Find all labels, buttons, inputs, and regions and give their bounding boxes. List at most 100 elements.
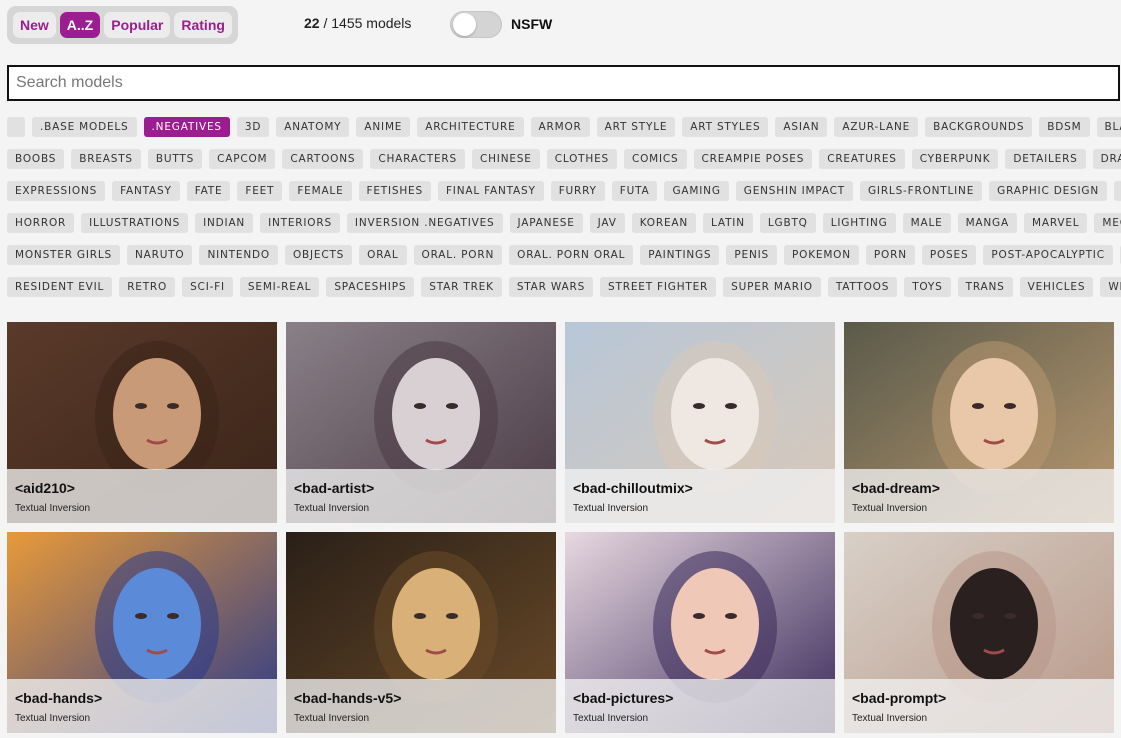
model-card[interactable]: <aid210> Textual Inversion bbox=[7, 322, 277, 523]
sort-button-popular[interactable]: Popular bbox=[104, 12, 171, 38]
tag-characters[interactable]: CHARACTERS bbox=[370, 149, 465, 169]
model-card[interactable]: <bad-pictures> Textual Inversion bbox=[565, 532, 835, 733]
tag-azur-lane[interactable]: AZUR-LANE bbox=[834, 117, 919, 137]
tag-illustrations[interactable]: ILLUSTRATIONS bbox=[81, 213, 189, 233]
tag-creatures[interactable]: CREATURES bbox=[819, 149, 905, 169]
tag-penis[interactable]: PENIS bbox=[726, 245, 777, 265]
tag-horror[interactable]: HORROR bbox=[7, 213, 75, 233]
tag-cartoons[interactable]: CARTOONS bbox=[282, 149, 364, 169]
model-card[interactable]: <bad-hands-v5> Textual Inversion bbox=[286, 532, 556, 733]
tag-objects[interactable]: OBJECTS bbox=[284, 245, 353, 265]
tag-negatives[interactable]: .NEGATIVES bbox=[143, 117, 230, 137]
tag-expressions[interactable]: EXPRESSIONS bbox=[7, 181, 106, 201]
tag-anatomy[interactable]: ANATOMY bbox=[276, 117, 350, 137]
tag-graphic-design[interactable]: GRAPHIC DESIGN bbox=[989, 181, 1107, 201]
tag-porn[interactable]: PORN bbox=[865, 245, 915, 265]
tag-female[interactable]: FEMALE bbox=[289, 181, 352, 201]
tag-mecha[interactable]: MECHA bbox=[1094, 213, 1121, 233]
tag-interiors[interactable]: INTERIORS bbox=[260, 213, 340, 233]
tag-bdsm[interactable]: BDSM bbox=[1039, 117, 1090, 137]
sort-button-rating[interactable]: Rating bbox=[174, 12, 232, 38]
tag-cyberpunk[interactable]: CYBERPUNK bbox=[911, 149, 999, 169]
search-input[interactable] bbox=[7, 65, 1120, 101]
tag-lighting[interactable]: LIGHTING bbox=[822, 213, 896, 233]
tag-genshin-impact[interactable]: GENSHIN IMPACT bbox=[735, 181, 853, 201]
tag-nintendo[interactable]: NINTENDO bbox=[199, 245, 278, 265]
tag-manga[interactable]: MANGA bbox=[957, 213, 1017, 233]
tag-capcom[interactable]: CAPCOM bbox=[209, 149, 276, 169]
tag-vehicles[interactable]: VEHICLES bbox=[1019, 277, 1094, 297]
tag-semi-real[interactable]: SEMI-REAL bbox=[239, 277, 320, 297]
tag-super-mario[interactable]: SUPER MARIO bbox=[723, 277, 821, 297]
tag-fantasy[interactable]: FANTASY bbox=[112, 181, 180, 201]
tag-black[interactable]: BLACK bbox=[1096, 117, 1121, 137]
tag-white[interactable]: WHITE bbox=[1100, 277, 1121, 297]
tag-chinese[interactable]: CHINESE bbox=[471, 149, 540, 169]
tag-naruto[interactable]: NARUTO bbox=[126, 245, 193, 265]
tag-futa[interactable]: FUTA bbox=[611, 181, 658, 201]
tag-guns[interactable]: GUNS bbox=[1114, 181, 1121, 201]
tag-jav[interactable]: JAV bbox=[589, 213, 625, 233]
nsfw-toggle-knob[interactable] bbox=[453, 13, 476, 36]
tag-comics[interactable]: COMICS bbox=[623, 149, 687, 169]
tag-art-styles[interactable]: ART STYLES bbox=[682, 117, 769, 137]
tag-trans[interactable]: TRANS bbox=[957, 277, 1013, 297]
tag-marvel[interactable]: MARVEL bbox=[1023, 213, 1088, 233]
tag-korean[interactable]: KOREAN bbox=[631, 213, 697, 233]
tag-art-style[interactable]: ART STYLE bbox=[596, 117, 676, 137]
tag-feet[interactable]: FEET bbox=[237, 181, 283, 201]
tag-oral-porn-oral[interactable]: ORAL. PORN ORAL bbox=[509, 245, 634, 265]
tag-pokemon[interactable]: POKEMON bbox=[784, 245, 859, 265]
tag-breasts[interactable]: BREASTS bbox=[71, 149, 141, 169]
tag-spaceships[interactable]: SPACESHIPS bbox=[326, 277, 415, 297]
tag-final-fantasy[interactable]: FINAL FANTASY bbox=[437, 181, 544, 201]
model-card[interactable]: <bad-artist> Textual Inversion bbox=[286, 322, 556, 523]
tag-resident-evil[interactable]: RESIDENT EVIL bbox=[7, 277, 113, 297]
model-card[interactable]: <bad-prompt> Textual Inversion bbox=[844, 532, 1114, 733]
sort-button-a-z[interactable]: A..Z bbox=[59, 12, 101, 38]
tag-blank[interactable] bbox=[7, 117, 25, 137]
tag-anime[interactable]: ANIME bbox=[356, 117, 411, 137]
model-card[interactable]: <bad-chilloutmix> Textual Inversion bbox=[565, 322, 835, 523]
tag-star-trek[interactable]: STAR TREK bbox=[421, 277, 502, 297]
tag-dragonball[interactable]: DRAGONBALL bbox=[1092, 149, 1121, 169]
tag-street-fighter[interactable]: STREET FIGHTER bbox=[600, 277, 717, 297]
tag-creampie-poses[interactable]: CREAMPIE POSES bbox=[693, 149, 813, 169]
tag-inversion-negatives[interactable]: INVERSION .NEGATIVES bbox=[346, 213, 503, 233]
tag-latin[interactable]: LATIN bbox=[703, 213, 753, 233]
nsfw-toggle[interactable] bbox=[450, 11, 502, 38]
tag-retro[interactable]: RETRO bbox=[119, 277, 176, 297]
sort-button-new[interactable]: New bbox=[13, 12, 56, 38]
model-card[interactable]: <bad-dream> Textual Inversion bbox=[844, 322, 1114, 523]
tag-oral-porn[interactable]: ORAL. PORN bbox=[413, 245, 503, 265]
tag-paintings[interactable]: PAINTINGS bbox=[640, 245, 720, 265]
tag-fetishes[interactable]: FETISHES bbox=[358, 181, 431, 201]
tag-poses[interactable]: POSES bbox=[921, 245, 977, 265]
tag-base-models[interactable]: .BASE MODELS bbox=[32, 117, 137, 137]
tag-detailers[interactable]: DETAILERS bbox=[1005, 149, 1086, 169]
tag-3d[interactable]: 3D bbox=[236, 117, 270, 137]
tag-armor[interactable]: ARMOR bbox=[530, 117, 590, 137]
tag-monster-girls[interactable]: MONSTER GIRLS bbox=[7, 245, 120, 265]
tag-japanese[interactable]: JAPANESE bbox=[509, 213, 583, 233]
tag-fate[interactable]: FATE bbox=[186, 181, 231, 201]
tag-furry[interactable]: FURRY bbox=[550, 181, 605, 201]
tag-backgrounds[interactable]: BACKGROUNDS bbox=[925, 117, 1033, 137]
tag-lgbtq[interactable]: LGBTQ bbox=[759, 213, 816, 233]
tag-indian[interactable]: INDIAN bbox=[195, 213, 254, 233]
tag-toys[interactable]: TOYS bbox=[904, 277, 951, 297]
model-card[interactable]: <bad-hands> Textual Inversion bbox=[7, 532, 277, 733]
tag-post-apocalyptic[interactable]: POST-APOCALYPTIC bbox=[983, 245, 1113, 265]
tag-asian[interactable]: ASIAN bbox=[775, 117, 828, 137]
tag-butts[interactable]: BUTTS bbox=[147, 149, 203, 169]
tag-clothes[interactable]: CLOTHES bbox=[546, 149, 617, 169]
tag-male[interactable]: MALE bbox=[902, 213, 951, 233]
tag-oral[interactable]: ORAL bbox=[359, 245, 407, 265]
tag-architecture[interactable]: ARCHITECTURE bbox=[417, 117, 524, 137]
tag-tattoos[interactable]: TATTOOS bbox=[827, 277, 898, 297]
tag-boobs[interactable]: BOOBS bbox=[7, 149, 65, 169]
tag-star-wars[interactable]: STAR WARS bbox=[508, 277, 594, 297]
tag-girls-frontline[interactable]: GIRLS-FRONTLINE bbox=[860, 181, 983, 201]
tag-sci-fi[interactable]: SCI-FI bbox=[182, 277, 233, 297]
tag-gaming[interactable]: GAMING bbox=[664, 181, 729, 201]
